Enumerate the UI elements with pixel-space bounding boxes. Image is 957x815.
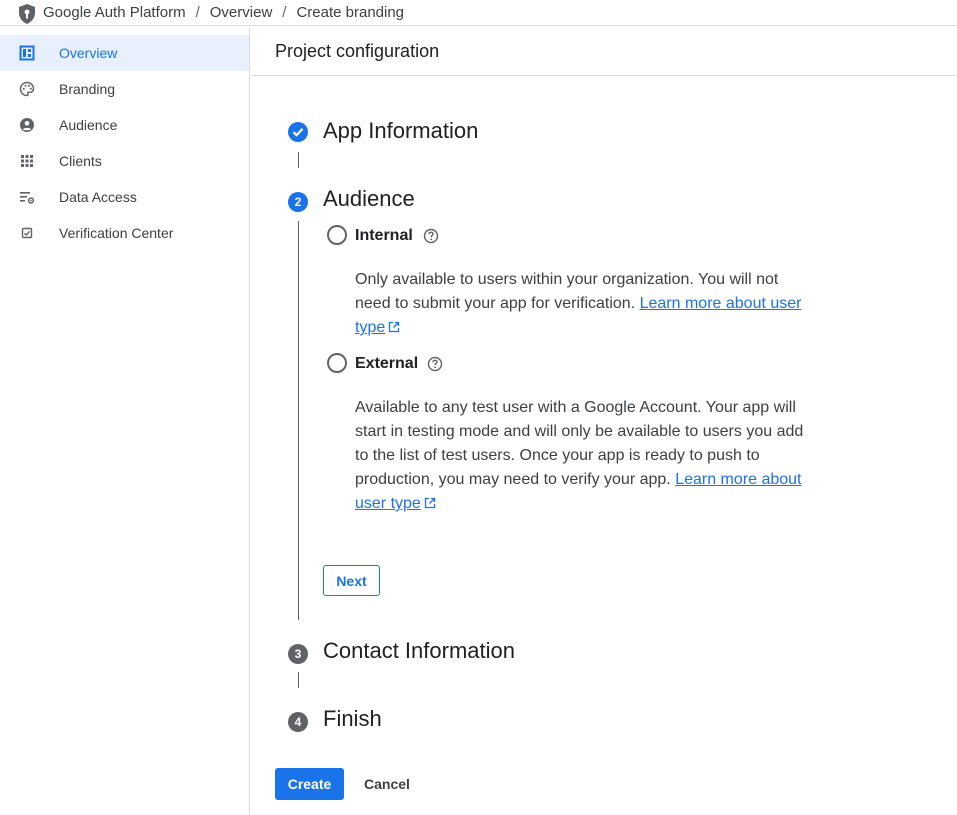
help-icon[interactable] <box>427 356 443 372</box>
internal-description: Only available to users within your orga… <box>355 268 805 340</box>
step-number-badge: 3 <box>288 644 308 664</box>
verification-check-icon <box>21 227 33 239</box>
internal-radio[interactable] <box>327 225 347 245</box>
sidebar-item-label: Branding <box>59 81 116 97</box>
external-link-icon <box>389 321 400 333</box>
check-circle-icon <box>288 122 308 142</box>
breadcrumb-app[interactable]: Google Auth Platform <box>43 4 186 21</box>
sidebar-item-verification-center[interactable]: Verification Center <box>0 215 249 251</box>
sidebar-item-branding[interactable]: Branding <box>0 71 249 107</box>
sidebar-item-overview[interactable]: Overview <box>0 35 249 71</box>
sidebar: Overview Branding Audience Clients Data … <box>0 27 250 815</box>
external-radio[interactable] <box>327 353 347 373</box>
sidebar-item-label: Overview <box>59 45 118 61</box>
external-description: Available to any test user with a Google… <box>355 396 805 516</box>
palette-icon <box>19 81 35 97</box>
step-connector <box>298 221 299 620</box>
sidebar-item-audience[interactable]: Audience <box>0 107 249 143</box>
internal-label[interactable]: Internal <box>355 227 413 245</box>
step-finish[interactable]: Finish <box>323 706 382 732</box>
cancel-button[interactable]: Cancel <box>354 768 420 800</box>
main-header: Project configuration <box>251 27 957 76</box>
breadcrumb: Google Auth Platform / Overview / Create… <box>43 4 404 21</box>
breadcrumb-overview[interactable]: Overview <box>210 4 273 21</box>
sidebar-item-label: Audience <box>59 117 118 133</box>
top-bar: Google Auth Platform / Overview / Create… <box>0 0 957 26</box>
step-app-information[interactable]: App Information <box>323 118 478 144</box>
dashboard-icon <box>19 45 35 61</box>
create-button[interactable]: Create <box>275 768 344 800</box>
sidebar-item-label: Verification Center <box>59 225 174 241</box>
breadcrumb-separator: / <box>282 4 287 21</box>
data-settings-icon <box>20 192 35 204</box>
apps-grid-icon <box>21 155 33 167</box>
step-number-badge: 4 <box>288 712 308 732</box>
step-connector <box>298 152 299 168</box>
step-connector <box>298 672 299 688</box>
auth-shield-icon <box>19 4 35 24</box>
step-number-badge: 2 <box>288 192 308 212</box>
sidebar-item-clients[interactable]: Clients <box>0 143 249 179</box>
person-icon <box>20 118 34 132</box>
step-audience[interactable]: Audience <box>323 186 415 212</box>
breadcrumb-separator: / <box>195 4 200 21</box>
page-title: Project configuration <box>275 41 440 61</box>
sidebar-item-label: Data Access <box>59 189 137 205</box>
help-icon[interactable] <box>423 228 439 244</box>
external-link-icon <box>424 497 435 509</box>
step-contact-information[interactable]: Contact Information <box>323 638 515 664</box>
breadcrumb-current: Create branding <box>296 4 405 21</box>
sidebar-item-data-access[interactable]: Data Access <box>0 179 249 215</box>
next-button[interactable]: Next <box>323 565 380 596</box>
external-label[interactable]: External <box>355 355 418 373</box>
sidebar-item-label: Clients <box>59 153 102 169</box>
